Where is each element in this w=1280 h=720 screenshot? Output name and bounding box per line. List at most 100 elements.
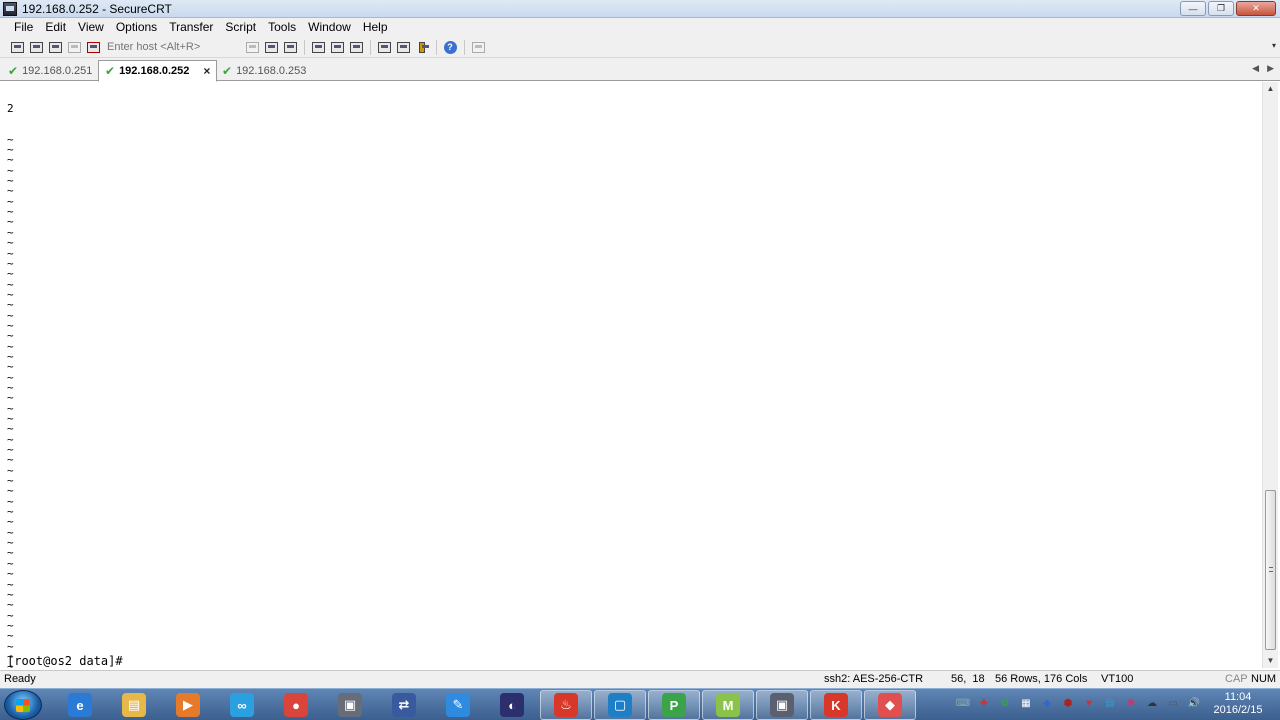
enter-host-input[interactable] [107, 39, 237, 55]
menu-view[interactable]: View [72, 18, 110, 37]
taskbar-securecrt-app[interactable]: ▣ [324, 690, 376, 720]
menu-options[interactable]: Options [110, 18, 163, 37]
tray-icon[interactable]: ❋ [1123, 695, 1139, 711]
vim-tilde-line: ~ [7, 277, 14, 291]
vim-tilde-line: ~ [7, 132, 14, 146]
taskbar-eclipse[interactable]: ◐ [486, 690, 538, 720]
connect-in-tab-icon[interactable] [46, 39, 64, 56]
clock-date: 2016/2/15 [1213, 704, 1263, 716]
menu-edit[interactable]: Edit [39, 18, 72, 37]
menu-tools[interactable]: Tools [262, 18, 302, 37]
menu-transfer[interactable]: Transfer [163, 18, 219, 37]
paste-icon[interactable] [262, 39, 280, 56]
maximize-button[interactable]: ❐ [1208, 1, 1234, 16]
tab-close-icon[interactable]: × [203, 64, 210, 78]
tray-icon[interactable]: ☁ [1144, 695, 1160, 711]
vim-tilde-line: ~ [7, 360, 14, 374]
vim-tilde-line: ~ [7, 163, 14, 177]
print-selection-icon[interactable] [328, 39, 346, 56]
vim-tilde-line: ~ [7, 349, 14, 363]
close-button[interactable]: ✕ [1236, 1, 1276, 16]
taskbar-eraser-app[interactable]: ◆ [864, 690, 916, 720]
print-setup-icon[interactable] [347, 39, 365, 56]
taskbar-chrome[interactable]: ● [270, 690, 322, 720]
tab-scroll-left-icon[interactable]: ◀ [1252, 63, 1259, 74]
keymap-icon[interactable] [413, 39, 431, 56]
securefx-app-icon: ⇄ [392, 693, 416, 717]
vim-tilde-line: ~ [7, 629, 14, 643]
toolbar-separator [464, 39, 465, 55]
tray-icon[interactable]: ⬢ [1060, 695, 1076, 711]
scrollbar-thumb[interactable] [1265, 490, 1276, 650]
taskbar-m-app[interactable]: M [702, 690, 754, 720]
menu-window[interactable]: Window [302, 18, 357, 37]
tray-icon[interactable]: ⚙ [997, 695, 1013, 711]
taskbar-pycharm[interactable]: P [648, 690, 700, 720]
tray-icon[interactable]: ⌨ [955, 695, 971, 711]
taskbar-red-app[interactable]: ♨ [540, 690, 592, 720]
connected-check-icon: ✔ [222, 63, 233, 78]
session-options-icon[interactable] [375, 39, 393, 56]
vim-tilde-line: ~ [7, 639, 14, 653]
reconnect-icon[interactable] [65, 39, 83, 56]
tab-192-168-0-252[interactable]: ✔ 192.168.0.252 × [98, 60, 218, 82]
tray-icon[interactable]: ▦ [1018, 695, 1034, 711]
start-button[interactable] [4, 690, 42, 720]
vim-tilde-line: ~ [7, 318, 14, 332]
securecrt-app-icon[interactable] [3, 1, 17, 16]
tab-192-168-0-253[interactable]: ✔ 192.168.0.253 [216, 60, 312, 81]
chrome-icon: ● [284, 693, 308, 717]
tray-icon[interactable]: ▭ [1165, 695, 1181, 711]
scroll-down-icon[interactable]: ▼ [1263, 654, 1278, 668]
tray-icon[interactable]: ▤ [1102, 695, 1118, 711]
taskbar-baidu-cloud[interactable]: ∞ [216, 690, 268, 720]
map-icon[interactable] [469, 39, 487, 56]
windows-taskbar: e ▤ ▶ ∞ ● ▣ ⇄ ✎ ◐ ♨ ▢ P M ▣ K ◆ ⌨ ✚ ⚙ ▦ ◆ ⬢ ♥ ▤ ❋ ☁ ▭ 🔊 11:04 2016… [0, 688, 1280, 720]
securecrt-window-icon: ▣ [770, 693, 794, 717]
taskbar-securefx-app[interactable]: ⇄ [378, 690, 430, 720]
vim-tilde-line: ~ [7, 546, 14, 560]
tray-icon[interactable]: ✚ [976, 695, 992, 711]
taskbar-feather-app[interactable]: ✎ [432, 690, 484, 720]
window-title: 192.168.0.252 - SecureCRT [22, 1, 172, 16]
terminal-scrollbar[interactable]: ▲ ▼ [1262, 82, 1278, 668]
global-options-icon[interactable] [394, 39, 412, 56]
menu-script[interactable]: Script [219, 18, 262, 37]
taskbar-wps-app[interactable]: K [810, 690, 862, 720]
toolbar-overflow-icon[interactable]: ▾ [1272, 41, 1276, 50]
tab-scroll-right-icon[interactable]: ▶ [1267, 63, 1274, 74]
vim-tilde-line: ~ [7, 608, 14, 622]
tab-192-168-0-251[interactable]: ✔ 192.168.0.251 [2, 60, 98, 81]
print-icon[interactable] [309, 39, 327, 56]
vim-tilde-line: ~ [7, 443, 14, 457]
quick-connect-icon[interactable] [27, 39, 45, 56]
taskbar-clock[interactable]: 11:04 2016/2/15 [1200, 691, 1276, 717]
find-icon[interactable] [281, 39, 299, 56]
scroll-up-icon[interactable]: ▲ [1263, 82, 1278, 96]
connect-icon[interactable] [8, 39, 26, 56]
terminal-output[interactable]: 2 ~ ~ ~ ~ ~ ~ ~ ~ ~ ~ ~ ~ ~ ~ ~ ~ ~ ~ ~ ~ ~ ~ ~ ~ ~ ~ ~ ~ ~ ~ ~ ~ ~ ~ ~ ~ ~ ~… [0, 82, 1262, 668]
copy-icon[interactable] [243, 39, 261, 56]
vim-tilde-line: ~ [7, 329, 14, 343]
toolbar: ? ▾ [0, 37, 1280, 58]
vim-tilde-line: ~ [7, 577, 14, 591]
menu-file[interactable]: File [8, 18, 39, 37]
taskbar-ie[interactable]: e [54, 690, 106, 720]
tray-icon[interactable]: ♥ [1081, 695, 1097, 711]
taskbar-file-explorer[interactable]: ▤ [108, 690, 160, 720]
vim-tilde-line: ~ [7, 432, 14, 446]
disconnect-icon[interactable] [84, 39, 102, 56]
terminal-line: 2 [7, 101, 14, 115]
baidu-cloud-icon: ∞ [230, 693, 254, 717]
vim-tilde-line: ~ [7, 174, 14, 188]
session-tab-bar: ✔ 192.168.0.251 ✔ 192.168.0.252 × ✔ 192.… [0, 58, 1280, 82]
tray-icon[interactable]: ◆ [1039, 695, 1055, 711]
taskbar-media-player[interactable]: ▶ [162, 690, 214, 720]
menu-help[interactable]: Help [357, 18, 394, 37]
vim-tilde-line: ~ [7, 515, 14, 529]
vim-tilde-line: ~ [7, 246, 14, 260]
help-icon[interactable]: ? [441, 39, 459, 56]
taskbar-securecrt-window[interactable]: ▣ [756, 690, 808, 720]
taskbar-virtualbox[interactable]: ▢ [594, 690, 646, 720]
minimize-button[interactable]: — [1180, 1, 1206, 16]
